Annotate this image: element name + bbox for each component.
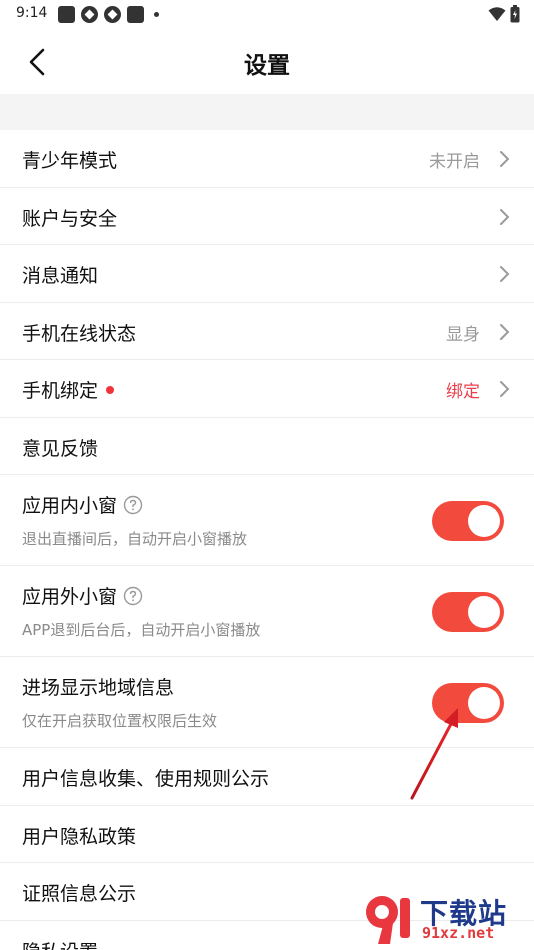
row-in-app-mini-window: 应用内小窗 退出直播间后，自动开启小窗播放 <box>0 475 534 566</box>
notification-icons <box>58 6 159 23</box>
row-label: 手机在线状态 <box>22 322 137 345</box>
row-label: 用户信息收集、使用规则公示 <box>22 768 270 790</box>
chevron-right-icon <box>500 323 510 340</box>
app-notification-icon <box>58 6 75 23</box>
row-label: 应用外小窗 <box>22 582 143 609</box>
app-notification-icon <box>127 6 144 23</box>
row-privacy-policy[interactable]: 用户隐私政策 <box>0 806 534 863</box>
site-logo-icon <box>366 896 410 944</box>
status-bar: 9:14 <box>0 0 534 30</box>
out-app-mini-window-toggle[interactable] <box>432 592 504 632</box>
row-description: 仅在开启获取位置权限后生效 <box>22 712 218 730</box>
status-time: 9:14 <box>16 5 48 21</box>
row-account-security[interactable]: 账户与安全 <box>0 188 534 245</box>
in-app-mini-window-toggle[interactable] <box>432 501 504 541</box>
row-label: 应用内小窗 <box>22 491 143 518</box>
row-description: APP退到后台后，自动开启小窗播放 <box>22 621 261 639</box>
row-youth-mode[interactable]: 青少年模式 未开启 <box>0 130 534 188</box>
header: 设置 <box>0 30 534 94</box>
battery-icon <box>510 5 520 23</box>
row-label: 用户隐私政策 <box>22 825 137 848</box>
row-label: 意见反馈 <box>22 437 99 460</box>
row-online-status[interactable]: 手机在线状态 显身 <box>0 303 534 360</box>
help-icon[interactable] <box>123 586 143 606</box>
row-description: 退出直播间后，自动开启小窗播放 <box>22 530 248 548</box>
section-divider <box>0 94 534 130</box>
row-label: 账户与安全 <box>22 207 118 230</box>
page-title: 设置 <box>244 53 290 79</box>
row-label: 隐私设置 <box>22 937 98 950</box>
toggle-knob <box>468 596 500 628</box>
toggle-knob <box>468 687 500 719</box>
chevron-right-icon <box>500 151 510 167</box>
watermark-logo: 下载站 91xz.net <box>360 892 530 946</box>
row-label: 证照信息公示 <box>22 883 137 905</box>
row-feedback[interactable]: 意见反馈 <box>0 418 534 475</box>
wifi-icon <box>488 7 506 21</box>
help-icon[interactable] <box>123 495 143 515</box>
chevron-right-icon <box>500 381 510 397</box>
red-dot-badge <box>106 385 115 394</box>
chevron-right-icon <box>500 208 510 225</box>
row-out-app-mini-window: 应用外小窗 APP退到后台后，自动开启小窗播放 <box>0 566 534 657</box>
toggle-knob <box>468 505 500 537</box>
watermark-url: 91xz.net <box>422 924 495 942</box>
row-message-notifications[interactable]: 消息通知 <box>0 245 534 303</box>
row-label: 进场显示地域信息 <box>22 677 175 699</box>
more-notifications-icon <box>154 12 159 17</box>
chevron-right-icon <box>500 266 510 282</box>
row-label: 青少年模式 <box>22 150 118 172</box>
row-value: 显身 <box>446 324 480 345</box>
notification-icon <box>104 6 121 23</box>
notification-icon <box>81 6 98 23</box>
row-label: 消息通知 <box>22 265 99 287</box>
settings-list: 青少年模式 未开启 账户与安全 消息通知 手机在线状态 显身 手机绑定 绑定 意… <box>0 130 534 950</box>
annotation-arrow-icon <box>410 708 458 800</box>
row-value: 绑定 <box>446 382 480 402</box>
row-phone-binding[interactable]: 手机绑定 绑定 <box>0 360 534 418</box>
row-label: 手机绑定 <box>22 376 115 403</box>
system-icons <box>488 5 520 23</box>
row-value: 未开启 <box>429 152 480 172</box>
